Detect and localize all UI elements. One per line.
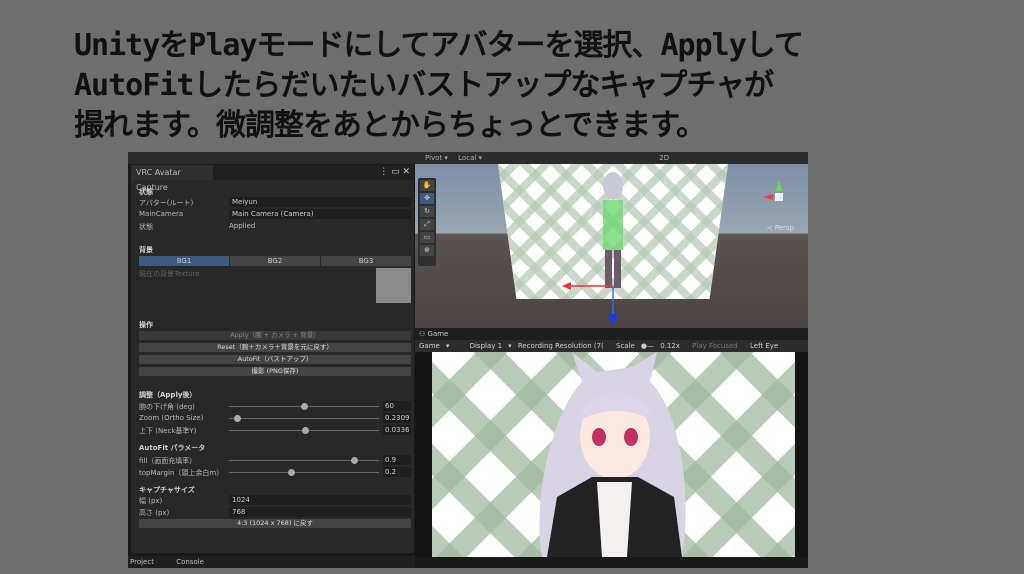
- pivot-dropdown[interactable]: Pivot: [425, 154, 442, 162]
- avatar-label: アバター(ルート): [139, 199, 194, 207]
- gamepad-icon: ⚇: [419, 330, 428, 338]
- unity-screenshot: VRC Avatar Capture ⋮ ▭ ✕ 状態 アバター(ルート) Me…: [128, 152, 808, 568]
- y-axis-icon[interactable]: [776, 180, 782, 191]
- width-field[interactable]: 1024: [229, 495, 411, 505]
- scale-label: Scale: [616, 342, 635, 350]
- move-tool-icon[interactable]: ✥: [420, 193, 434, 204]
- project-tab[interactable]: Project: [130, 558, 154, 566]
- view-dropdown[interactable]: Game: [419, 342, 440, 350]
- scene-toolbar: Pivot ▾ Local ▾ 2D: [415, 152, 808, 164]
- bg3-button[interactable]: BG3: [321, 256, 411, 266]
- camera-field[interactable]: Main Camera (Camera): [229, 209, 411, 219]
- caption-line: AutoFitしたらだいたいバストアップなキャプチャが: [74, 68, 774, 103]
- apply-button[interactable]: Apply（腕 + カメラ + 背景）: [139, 331, 411, 340]
- caption: UnityをPlayモードにしてアバターを選択、Applyして AutoFitし…: [74, 26, 804, 146]
- bg-section: 背景: [139, 246, 153, 254]
- status-section: 状態: [139, 188, 153, 196]
- fill-label: fill（画面充填率）: [139, 457, 197, 465]
- game-tab-label: Game: [427, 330, 449, 338]
- zoom-value[interactable]: 0.2309: [383, 413, 411, 423]
- autofit-section: AutoFit パラメータ: [139, 444, 206, 452]
- camera-value: Main Camera (Camera): [232, 210, 314, 218]
- avatar-leg: [614, 250, 621, 288]
- zoom-label: Zoom (Ortho Size): [139, 414, 204, 422]
- avatar-head: [603, 172, 623, 200]
- arm-angle-value[interactable]: 60: [383, 401, 411, 411]
- top-margin-label: topMargin（頭上余白m）: [139, 469, 224, 477]
- slider-knob[interactable]: [234, 415, 241, 422]
- rotate-tool-icon[interactable]: ↻: [420, 206, 434, 217]
- x-arrow-icon[interactable]: [562, 282, 571, 290]
- local-dropdown[interactable]: Local: [458, 154, 476, 162]
- state-value: Applied: [229, 222, 256, 230]
- caption-line: UnityをPlayモードにしてアバターを選択、Applyして: [74, 28, 804, 63]
- vrc-avatar-capture-panel: VRC Avatar Capture ⋮ ▭ ✕ 状態 アバター(ルート) Me…: [130, 164, 415, 554]
- caption-line: 撮れます。微調整をあとからちょっとできます。: [74, 108, 706, 143]
- game-tab[interactable]: ⚇ Game: [415, 328, 808, 340]
- avatar-value: Meiyun: [232, 198, 258, 206]
- panel-tab-bar: VRC Avatar Capture ⋮ ▭ ✕: [131, 165, 414, 192]
- top-margin-slider[interactable]: [229, 469, 379, 476]
- height-field[interactable]: 768: [229, 507, 411, 517]
- scale-value[interactable]: 0.12x: [660, 342, 680, 350]
- bottom-tabs: Project Console: [128, 556, 415, 568]
- camera-label: MainCamera: [139, 210, 184, 218]
- play-focused-dropdown[interactable]: Play Focused: [692, 342, 738, 350]
- avatar-dress-front: [597, 482, 632, 557]
- size-section: キャプチャサイズ: [139, 486, 195, 494]
- vertical-label: 上下 (Neck基準Y): [139, 427, 197, 435]
- arm-angle-label: 腕の下げ角 (deg): [139, 403, 195, 411]
- ops-section: 操作: [139, 321, 153, 329]
- transform-tool-icon[interactable]: ⊕: [420, 245, 434, 256]
- persp-label[interactable]: < Persp: [767, 224, 794, 232]
- eye-dropdown[interactable]: Left Eye: [750, 342, 778, 350]
- console-tab[interactable]: Console: [176, 558, 204, 566]
- x-axis-icon[interactable]: [763, 194, 773, 200]
- slider-knob[interactable]: [288, 469, 295, 476]
- avatar-field[interactable]: Meiyun: [229, 197, 411, 207]
- zoom-slider[interactable]: [229, 415, 379, 422]
- vertical-value[interactable]: 0.0336: [383, 425, 411, 435]
- fill-value[interactable]: 0.9: [383, 455, 411, 465]
- scale-tool-icon[interactable]: ⤢: [420, 219, 434, 230]
- bg-texture-label: 現在の背景Texture: [139, 270, 200, 278]
- adjust-section: 調整（Apply後）: [139, 391, 197, 399]
- width-label: 幅 (px): [139, 497, 163, 505]
- slider-knob[interactable]: [351, 457, 358, 464]
- avatar-leg: [605, 250, 612, 288]
- state-label: 状態: [139, 223, 153, 231]
- fill-slider[interactable]: [229, 457, 379, 464]
- game-view[interactable]: [415, 352, 808, 557]
- z-arrow-icon[interactable]: [608, 314, 618, 326]
- bg2-button[interactable]: BG2: [230, 256, 320, 266]
- vertical-slider[interactable]: [229, 427, 379, 434]
- 2d-toggle[interactable]: 2D: [659, 154, 669, 162]
- scene-avatar-gizmo: [562, 172, 783, 326]
- scene-tools: ✋ ✥ ↻ ⤢ ▭ ⊕: [418, 178, 436, 266]
- arm-angle-slider[interactable]: [229, 403, 379, 410]
- panel-window-controls[interactable]: ⋮ ▭ ✕: [379, 165, 410, 180]
- avatar-eye: [624, 428, 638, 446]
- reset-button[interactable]: Reset（腕＋カメラ＋背景を元に戻す）: [139, 343, 411, 352]
- view-gizmo-icon[interactable]: [775, 193, 783, 201]
- avatar-body: [603, 200, 623, 250]
- top-margin-value[interactable]: 0.2: [383, 467, 411, 477]
- resolution-dropdown[interactable]: Recording Resolution (7(: [518, 342, 604, 350]
- bg1-button[interactable]: BG1: [139, 256, 229, 266]
- panel-title-tab[interactable]: VRC Avatar Capture: [131, 165, 213, 192]
- rect-tool-icon[interactable]: ▭: [420, 232, 434, 243]
- avatar-eye: [592, 428, 606, 446]
- autofit-button[interactable]: AutoFit（バストアップ）: [139, 355, 411, 364]
- capture-button[interactable]: 撮影 (PNG保存): [139, 367, 411, 376]
- display-dropdown[interactable]: Display 1: [470, 342, 502, 350]
- reset-size-button[interactable]: 4:3 (1024 x 768) に戻す: [139, 519, 411, 528]
- height-label: 高さ (px): [139, 509, 170, 517]
- scene-view[interactable]: < Persp ✋ ✥ ↻ ⤢ ▭ ⊕: [415, 164, 808, 328]
- hand-tool-icon[interactable]: ✋: [420, 180, 434, 191]
- game-toolbar: Game ▾ Display 1 ▾ Recording Resolution (7…: [415, 340, 808, 352]
- avatar-render: [539, 352, 686, 557]
- slider-knob[interactable]: [301, 403, 308, 410]
- bg-texture-preview[interactable]: [376, 268, 411, 303]
- slider-knob[interactable]: [302, 427, 309, 434]
